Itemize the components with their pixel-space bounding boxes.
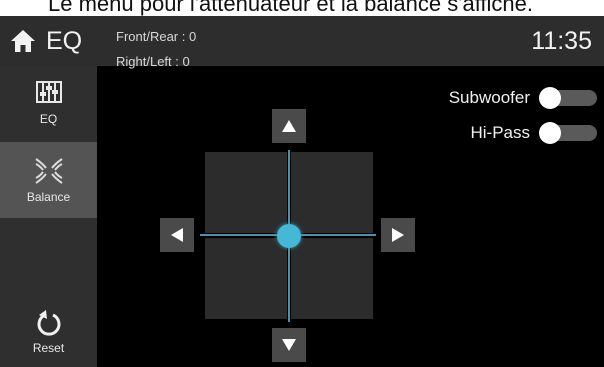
sidebar: EQ Balance Reset (0, 66, 97, 367)
arrow-left-icon (171, 228, 183, 242)
eq-sliders-icon (36, 81, 62, 103)
sidebar-item-eq[interactable]: EQ (0, 66, 97, 142)
toggle-thumb (539, 87, 561, 109)
pad-quadrant-front-left (205, 152, 287, 233)
sidebar-item-label: Reset (32, 341, 65, 355)
pad-quadrant-rear-right (291, 238, 373, 319)
rear-arrow-button[interactable] (272, 328, 306, 362)
balance-position-knob[interactable] (277, 224, 301, 248)
hi-pass-label: Hi-Pass (470, 123, 530, 142)
sidebar-item-label: EQ (39, 112, 58, 126)
arrow-down-icon (282, 339, 296, 351)
clock: 11:35 (531, 27, 592, 55)
subwoofer-label: Subwoofer (448, 88, 530, 107)
sidebar-item-reset[interactable]: Reset (0, 296, 97, 367)
front-arrow-button[interactable] (272, 109, 306, 143)
reset-icon (37, 310, 61, 336)
pad-quadrant-front-right (291, 152, 373, 233)
page-title: EQ (46, 27, 83, 55)
arrow-up-icon (282, 120, 296, 132)
subwoofer-toggle[interactable] (539, 87, 597, 109)
left-arrow-button[interactable] (160, 218, 194, 252)
balance-waves-icon (35, 158, 63, 184)
right-arrow-button[interactable] (381, 218, 415, 252)
head-unit-screen: EQ 11:35 EQ Balance Reset Front/Rear: 0… (0, 16, 604, 367)
sidebar-item-balance[interactable]: Balance (0, 142, 97, 218)
right-left-readout: Right/Left : 0 (116, 54, 190, 69)
sidebar-item-label: Balance (26, 190, 71, 204)
arrow-right-icon (392, 228, 404, 242)
hi-pass-toggle[interactable] (539, 122, 597, 144)
front-rear-readout: Front/Rear : 0 (116, 29, 197, 44)
page-caption: Le menu pour l'atténuateur et la balance… (48, 0, 533, 16)
top-bar: EQ 11:35 (0, 16, 604, 66)
pad-quadrant-rear-left (205, 238, 287, 319)
toggle-thumb (539, 122, 561, 144)
home-icon[interactable] (10, 29, 36, 53)
